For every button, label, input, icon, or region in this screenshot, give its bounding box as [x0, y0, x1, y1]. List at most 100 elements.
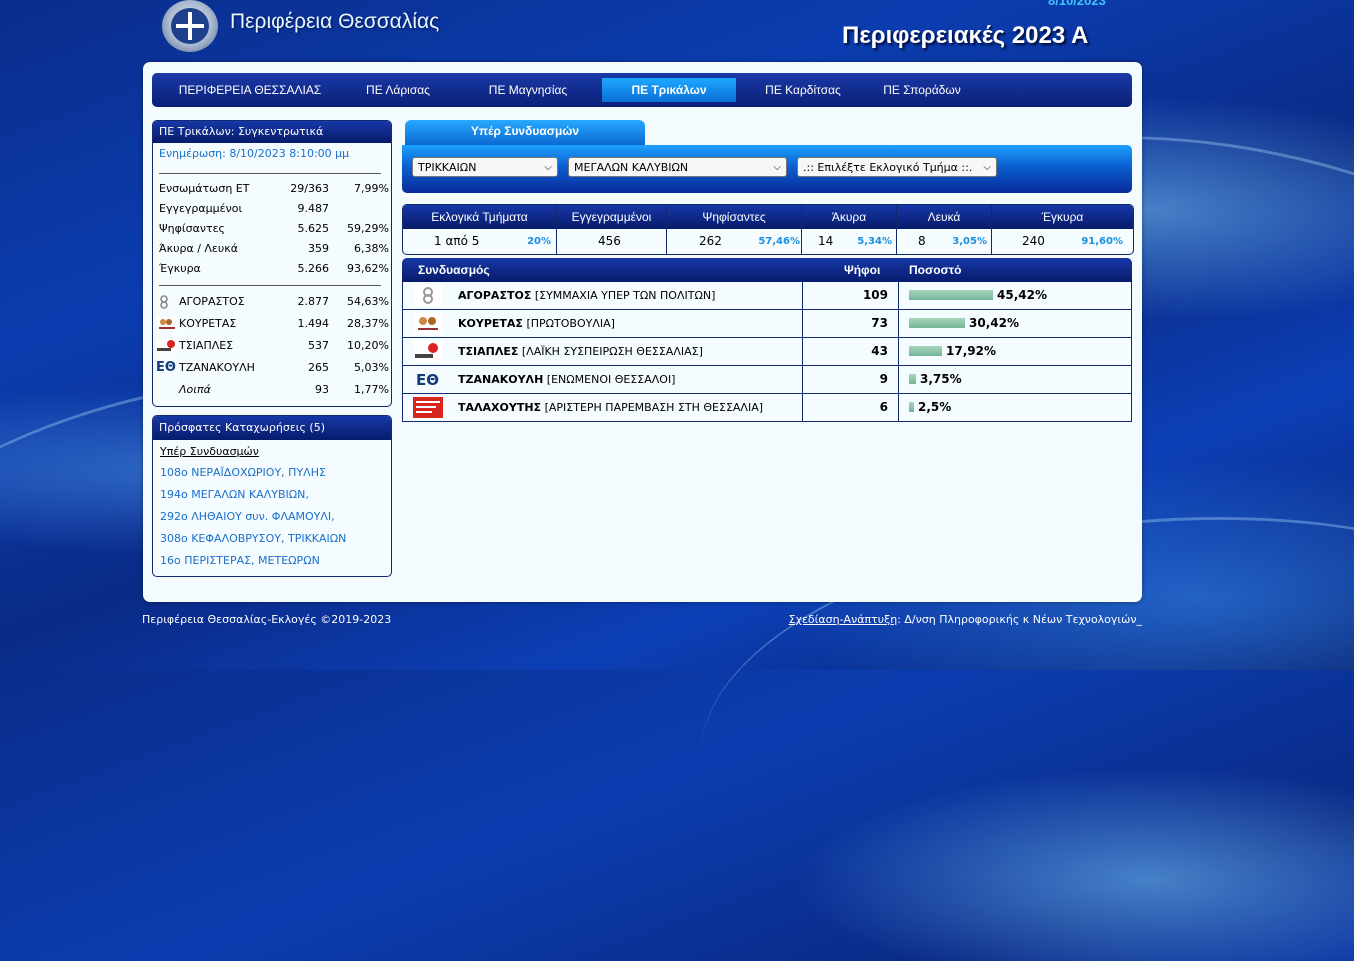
candidate-name: Λοιπά [179, 383, 211, 396]
stats-value: 240 [1022, 234, 1045, 248]
unit-select-value: ΜΕΓΑΛΩΝ ΚΑΛΥΒΙΩΝ [574, 161, 689, 174]
unit-select[interactable]: ΜΕΓΑΛΩΝ ΚΑΛΥΒΙΩΝ ⌵ [568, 157, 787, 177]
footer-credits: Σχεδίαση-Ανάπτυξη: Δ/νση Πληροφορικής κ … [789, 613, 1142, 626]
recent-link[interactable]: 108ο ΝΕΡΑΪΔΟΧΩΡΙΟΥ, ΠΥΛΗΣ [153, 462, 391, 484]
agorastos-logo-icon [413, 285, 443, 306]
votes-cell: 9 [803, 366, 899, 393]
party-label: [ΠΡΩΤΟΒΟΥΛΙΑ] [526, 317, 615, 330]
percentage-value: 3,75% [920, 372, 962, 386]
candidate-name: ΑΓΟΡΑΣΤΟΣ [458, 289, 532, 302]
votes-cell: 6 [803, 394, 899, 421]
stats-value-cell: 1 από 5 20% [403, 229, 556, 254]
candidate-votes: 265 [308, 361, 329, 374]
votes-cell: 109 [803, 282, 899, 309]
stats-col-sections: Εκλογικά Τμήματα 1 από 5 20% [403, 205, 557, 254]
talachoutis-logo-icon [413, 397, 443, 418]
stats-header: Εγγεγραμμένοι [557, 205, 666, 229]
result-row: ΚΟΥΡΕΤΑΣ [ΠΡΩΤΟΒΟΥΛΙΑ] 73 30,42% [402, 310, 1132, 338]
footer-copyright: Περιφέρεια Θεσσαλίας-Εκλογές ©2019-2023 [142, 613, 392, 626]
summary-pct: 6,38% [354, 242, 389, 255]
stats-value-cell: 240 91,60% [992, 229, 1133, 254]
percentage-bar [909, 402, 914, 412]
candidate-name: ΤΖΑΝΑΚΟΥΛΗ [458, 373, 544, 386]
stats-value-cell: 456 [557, 229, 666, 254]
stats-pct: 57,46% [758, 236, 800, 247]
stats-pct: 3,05% [952, 236, 987, 247]
candidate-pct: 10,20% [347, 339, 389, 352]
agorastos-logo-icon [156, 295, 174, 309]
nav-item-thessaly[interactable]: ΠΕΡΙΦΕΡΕΙΑ ΘΕΣΣΑΛΙΑΣ [164, 78, 336, 102]
party-cell: ΕΘ ΤΖΑΝΑΚΟΥΛΗ [ΕΝΩΜΕΝΟΙ ΘΕΣΣΑΛΟΙ] [403, 366, 803, 393]
summary-pct: 93,62% [347, 262, 389, 275]
percentage-value: 17,92% [946, 344, 996, 358]
party-cell: ΚΟΥΡΕΤΑΣ [ΠΡΩΤΟΒΟΥΛΙΑ] [403, 310, 803, 337]
percentage-bar [909, 318, 965, 328]
tsiaples-logo-icon [156, 339, 178, 353]
summary-row: Άκυρα / Λευκά 359 6,38% [153, 239, 391, 259]
candidate-row: ΕΘ ΤΖΑΝΑΚΟΥΛΗ 265 5,03% [153, 357, 391, 379]
party-label: [ΣΥΜΜΑΧΙΑ ΥΠΕΡ ΤΩΝ ΠΟΛΙΤΩΝ] [534, 289, 716, 302]
party-name: ΤΑΛΑΧΟΥΤΗΣ [ΑΡΙΣΤΕΡΗ ΠΑΡΕΜΒΑΣΗ ΣΤΗ ΘΕΣΣΑ… [458, 394, 763, 421]
footer-design-link[interactable]: Σχεδίαση-Ανάπτυξη [789, 613, 898, 626]
recent-link[interactable]: 16ο ΠΕΡΙΣΤΕΡΑΣ, ΜΕΤΕΩΡΩΝ [153, 550, 391, 572]
recent-entries-box: Πρόσφατες Καταχωρήσεις (5) Υπέρ Συνδυασμ… [152, 415, 392, 577]
stats-col-voted: Ψηφίσαντες 262 57,46% [667, 205, 802, 254]
summary-value: 5.625 [297, 222, 330, 235]
kouretas-logo-icon [413, 313, 443, 334]
stats-value: 8 [918, 234, 926, 248]
candidate-pct: 28,37% [347, 317, 389, 330]
municipality-select-value: ΤΡΙΚΚΑΙΩΝ [418, 161, 477, 174]
footer-credits-text: : Δ/νση Πληροφορικής κ Νέων Τεχνολογιών_ [897, 613, 1142, 626]
summary-value: 29/363 [290, 182, 329, 195]
candidate-votes: 1.494 [297, 317, 330, 330]
recent-link[interactable]: 292ο ΛΗΘΑΙΟΥ συν. ΦΛΑΜΟΥΛΙ, [153, 506, 391, 528]
svg-text:ΕΘ: ΕΘ [416, 371, 439, 389]
stats-header: Άκυρα [802, 205, 896, 229]
nav-item-larisa[interactable]: ΠΕ Λάρισας [336, 78, 460, 102]
eth-logo-icon: ΕΘ [156, 360, 176, 375]
nav-item-magnesia[interactable]: ΠΕ Μαγνησίας [460, 78, 596, 102]
result-row: ΕΘ ΤΖΑΝΑΚΟΥΛΗ [ΕΝΩΜΕΝΟΙ ΘΕΣΣΑΛΟΙ] 9 3,75% [402, 366, 1132, 394]
top-navigation: ΠΕΡΙΦΕΡΕΙΑ ΘΕΣΣΑΛΙΑΣ ΠΕ Λάρισας ΠΕ Μαγνη… [152, 73, 1132, 107]
stats-pct: 91,60% [1081, 236, 1123, 247]
candidate-name: ΤΖΑΝΑΚΟΥΛΗ [179, 361, 255, 374]
summary-row: Ψηφίσαντες 5.625 59,29% [153, 219, 391, 239]
party-label: [ΛΑΪΚΗ ΣΥΣΠΕΙΡΩΣΗ ΘΕΣΣΑΛΙΑΣ] [521, 345, 703, 358]
nav-item-trikala[interactable]: ΠΕ Τρικάλων [602, 78, 736, 102]
stats-table: Εκλογικά Τμήματα 1 από 5 20% Εγγεγραμμέν… [402, 204, 1134, 255]
recent-link[interactable]: 308ο ΚΕΦΑΛΟΒΡΥΣΟΥ, ΤΡΙΚΚΑΙΩΝ [153, 528, 391, 550]
candidate-name: ΚΟΥΡΕΤΑΣ [458, 317, 523, 330]
candidate-votes: 93 [315, 383, 329, 396]
stats-col-blank: Λευκά 8 3,05% [897, 205, 992, 254]
nav-item-sporades[interactable]: ΠΕ Σποράδων [870, 78, 974, 102]
party-name: ΚΟΥΡΕΤΑΣ [ΠΡΩΤΟΒΟΥΛΙΑ] [458, 310, 615, 337]
site-title[interactable]: Περιφέρεια Θεσσαλίας [230, 10, 439, 34]
stats-value: 14 [818, 234, 834, 248]
section-select[interactable]: .:: Επιλέξτε Εκλογικό Τμήμα ::. ⌵ [797, 157, 997, 177]
candidate-row: ΤΣΙΑΠΛΕΣ 537 10,20% [153, 335, 391, 357]
candidate-name: ΑΓΟΡΑΣΤΟΣ [179, 295, 245, 308]
divider [159, 173, 381, 174]
summary-box: ΠΕ Τρικάλων: Συγκεντρωτικά Ενημέρωση: 8/… [152, 120, 392, 407]
results-body: ΑΓΟΡΑΣΤΟΣ [ΣΥΜΜΑΧΙΑ ΥΠΕΡ ΤΩΝ ΠΟΛΙΤΩΝ] 109… [402, 282, 1132, 422]
tab-party-votes[interactable]: Υπέρ Συνδυασμών [405, 120, 645, 146]
percentage-bar [909, 346, 942, 356]
header-party: Συνδυασμός [418, 263, 490, 277]
recent-subtitle-link[interactable]: Υπέρ Συνδυασμών [153, 440, 391, 462]
nav-item-karditsa[interactable]: ΠΕ Καρδίτσας [736, 78, 870, 102]
candidate-row-others: Λοιπά 93 1,77% [153, 379, 391, 401]
stats-pct: 20% [527, 236, 551, 247]
party-name: ΤΖΑΝΑΚΟΥΛΗ [ΕΝΩΜΕΝΟΙ ΘΕΣΣΑΛΟΙ] [458, 366, 675, 393]
region-logo[interactable] [162, 0, 218, 52]
municipality-select[interactable]: ΤΡΙΚΚΑΙΩΝ ⌵ [412, 157, 558, 177]
last-update: Ενημέρωση: 8/10/2023 8:10:00 μμ [159, 147, 350, 160]
party-label: [ΑΡΙΣΤΕΡΗ ΠΑΡΕΜΒΑΣΗ ΣΤΗ ΘΕΣΣΑΛΙΑ] [544, 401, 764, 414]
votes-value: 6 [879, 400, 888, 414]
summary-pct: 59,29% [347, 222, 389, 235]
summary-label: Έγκυρα [159, 262, 201, 275]
stats-header: Λευκά [897, 205, 991, 229]
cross-emblem-icon [171, 8, 209, 44]
recent-link[interactable]: 194ο ΜΕΓΑΛΩΝ ΚΑΛΥΒΙΩΝ, [153, 484, 391, 506]
candidate-pct: 54,63% [347, 295, 389, 308]
candidate-row: ΑΓΟΡΑΣΤΟΣ 2.877 54,63% [153, 291, 391, 313]
